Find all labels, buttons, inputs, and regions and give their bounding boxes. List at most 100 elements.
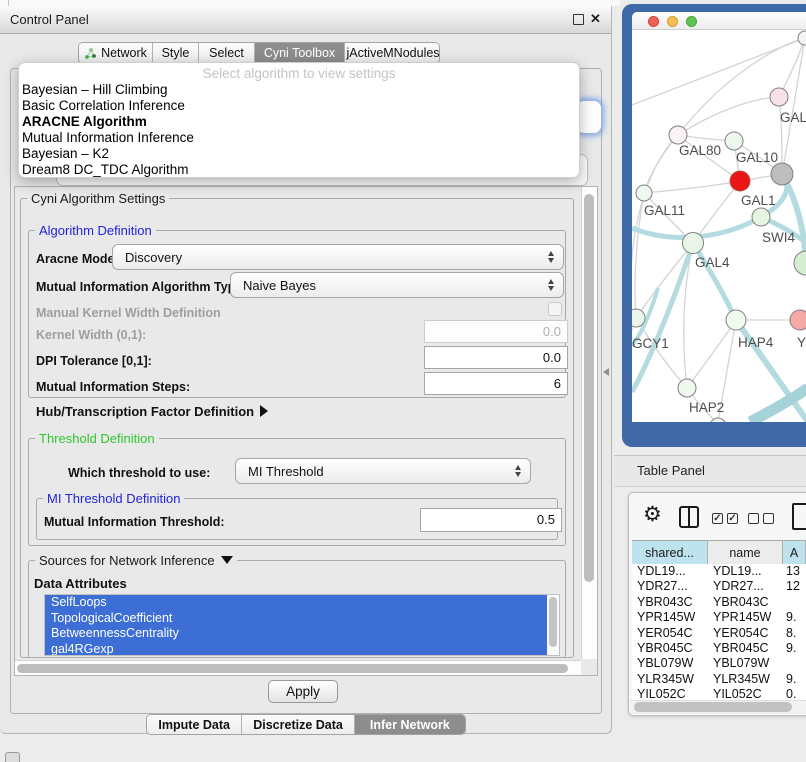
- uncheck-all-icon[interactable]: [763, 513, 774, 524]
- table-cell: YBL079W: [632, 656, 708, 671]
- network-edge[interactable]: [782, 38, 805, 174]
- mi-threshold-label: Mutual Information Threshold:: [44, 515, 225, 529]
- table-cell: YDR27...: [708, 579, 783, 594]
- float-window-icon[interactable]: [573, 14, 584, 25]
- node-gal4[interactable]: [683, 233, 704, 254]
- node-swi4[interactable]: [752, 208, 770, 226]
- table-cell: 9.: [783, 641, 806, 656]
- attribute-item-selfloops[interactable]: SelfLoops: [45, 595, 551, 611]
- column-header-a[interactable]: A: [783, 541, 806, 565]
- close-icon[interactable]: ✕: [590, 11, 601, 27]
- algorithm-option-basic-correlation-inference[interactable]: Basic Correlation Inference: [19, 98, 579, 114]
- algorithm-option-bayesian-hill-climbing[interactable]: Bayesian – Hill Climbing: [19, 82, 579, 98]
- tab-label: Network: [101, 46, 147, 60]
- node-gray[interactable]: [771, 163, 793, 185]
- column-header-shared[interactable]: shared...: [632, 541, 708, 565]
- check-all-icon[interactable]: ✓: [727, 513, 738, 524]
- node-green-right[interactable]: [794, 251, 806, 275]
- minimize-light[interactable]: [667, 16, 678, 27]
- network-edge[interactable]: [644, 135, 678, 193]
- tab-style[interactable]: Style: [153, 43, 199, 63]
- apply-button[interactable]: Apply: [268, 680, 338, 703]
- attribute-item-gal4rgexp[interactable]: gal4RGexp: [45, 642, 551, 657]
- kernel-width-label: Kernel Width (0,1):: [36, 328, 146, 342]
- tab-impute-data[interactable]: Impute Data: [147, 715, 242, 734]
- node-label-gal11: GAL11: [644, 203, 685, 218]
- node-gal-partial[interactable]: [770, 88, 788, 106]
- horizontal-scrollbar-thumb[interactable]: [17, 664, 568, 673]
- hub-tf-expander[interactable]: Hub/Transcription Factor Definition: [36, 404, 268, 419]
- node-hap4[interactable]: [726, 310, 746, 330]
- table-row[interactable]: YER054CYER054C8.: [632, 626, 806, 641]
- zoom-light[interactable]: [686, 16, 697, 27]
- vertical-scrollbar-thumb[interactable]: [584, 194, 594, 582]
- network-edge[interactable]: [779, 97, 782, 174]
- table-rows: YDL19...YDL19...13YDR27...YDR27...12YBR0…: [632, 564, 806, 702]
- uncheck-all-icon[interactable]: [748, 513, 759, 524]
- collapsed-panel-handle[interactable]: [5, 752, 20, 762]
- node[interactable]: [798, 31, 806, 45]
- table-row[interactable]: YLR345WYLR345W9.: [632, 672, 806, 687]
- table-cell: YBR045C: [632, 641, 708, 656]
- table-row[interactable]: YBL079WYBL079W: [632, 656, 806, 671]
- check-all-icon[interactable]: ✓: [712, 513, 723, 524]
- splitter-collapse-icon[interactable]: [603, 368, 609, 376]
- tab-cyni-toolbox[interactable]: Cyni Toolbox: [255, 43, 345, 63]
- tab-infer-network[interactable]: Infer Network: [355, 715, 465, 734]
- table-row[interactable]: YPR145WYPR145W9.: [632, 610, 806, 625]
- mi-steps-field[interactable]: 6: [424, 372, 568, 395]
- aracne-mode-combo[interactable]: Discovery: [112, 244, 564, 270]
- manual-kernel-checkbox[interactable]: [548, 302, 562, 316]
- close-light[interactable]: [648, 16, 659, 27]
- table-row[interactable]: YBR043CYBR043C: [632, 595, 806, 610]
- list-scrollbar-thumb[interactable]: [549, 597, 557, 647]
- algorithm-definition-title: Algorithm Definition: [35, 223, 156, 238]
- table-row[interactable]: YDL19...YDL19...13: [632, 564, 806, 579]
- network-edge[interactable]: [644, 181, 740, 193]
- mi-type-combo[interactable]: Naive Bayes: [230, 272, 564, 298]
- node-gal11[interactable]: [636, 185, 652, 201]
- algorithm-option-aracne-algorithm[interactable]: ARACNE Algorithm: [19, 114, 579, 130]
- algorithm-option-mutual-information-inference[interactable]: Mutual Information Inference: [19, 130, 579, 146]
- algorithm-option-bayesian-k2[interactable]: Bayesian – K2: [19, 146, 579, 162]
- mi-type-label: Mutual Information Algorithm Type:: [36, 280, 246, 294]
- tab-discretize-data[interactable]: Discretize Data: [242, 715, 354, 734]
- data-attributes-list: SelfLoopsTopologicalCoefficientBetweenne…: [44, 594, 560, 656]
- tab-label: Select: [209, 46, 244, 60]
- node-label-gcy1: GCY1: [632, 336, 669, 351]
- settings-gear-icon[interactable]: ⚙: [643, 502, 662, 527]
- hub-tf-label: Hub/Transcription Factor Definition: [36, 404, 254, 419]
- network-canvas[interactable]: GALGAL80GAL10GAL1GAL11SWI4GAL4GCY1HAP4YH…: [632, 30, 806, 422]
- table-cell: YDL19...: [632, 564, 708, 579]
- dpi-tolerance-field[interactable]: 0.0: [424, 346, 568, 369]
- sources-title[interactable]: Sources for Network Inference: [35, 553, 237, 568]
- table-panel-title: Table Panel: [637, 463, 705, 478]
- node-gcy1[interactable]: [632, 309, 645, 327]
- attribute-item-betweennesscentrality[interactable]: BetweennessCentrality: [45, 626, 551, 642]
- table-cell: YLR345W: [632, 672, 708, 687]
- table-cell: YBR045C: [708, 641, 783, 656]
- node-gal10[interactable]: [725, 132, 743, 150]
- table-row[interactable]: YDR27...YDR27...12: [632, 579, 806, 594]
- which-threshold-combo[interactable]: MI Threshold: [235, 458, 531, 484]
- node-gal80[interactable]: [669, 126, 687, 144]
- table-document-icon[interactable]: [792, 503, 806, 530]
- tab-select[interactable]: Select: [199, 43, 255, 63]
- column-header-name[interactable]: name: [708, 541, 783, 565]
- attribute-item-topologicalcoefficient[interactable]: TopologicalCoefficient: [45, 611, 551, 627]
- tab-jactivemnodules[interactable]: jActiveMNodules: [345, 43, 440, 63]
- network-window-titlebar[interactable]: [632, 12, 806, 30]
- stepper-icon: [543, 251, 559, 263]
- algorithm-option-dream8-dc-tdc-algorithm[interactable]: Dream8 DC_TDC Algorithm: [19, 162, 579, 178]
- node-hap2[interactable]: [678, 379, 696, 397]
- collapse-down-icon: [221, 556, 233, 564]
- kernel-width-field[interactable]: 0.0: [424, 320, 568, 343]
- network-edge[interactable]: [782, 174, 806, 263]
- node-pink-right[interactable]: [790, 310, 806, 330]
- table-horizontal-scrollbar-thumb[interactable]: [634, 702, 792, 712]
- tab-network[interactable]: Network: [79, 43, 153, 63]
- node-gal1[interactable]: [730, 171, 750, 191]
- mi-threshold-field[interactable]: 0.5: [420, 508, 562, 532]
- network-edge[interactable]: [687, 320, 736, 388]
- table-row[interactable]: YBR045CYBR045C9.: [632, 641, 806, 656]
